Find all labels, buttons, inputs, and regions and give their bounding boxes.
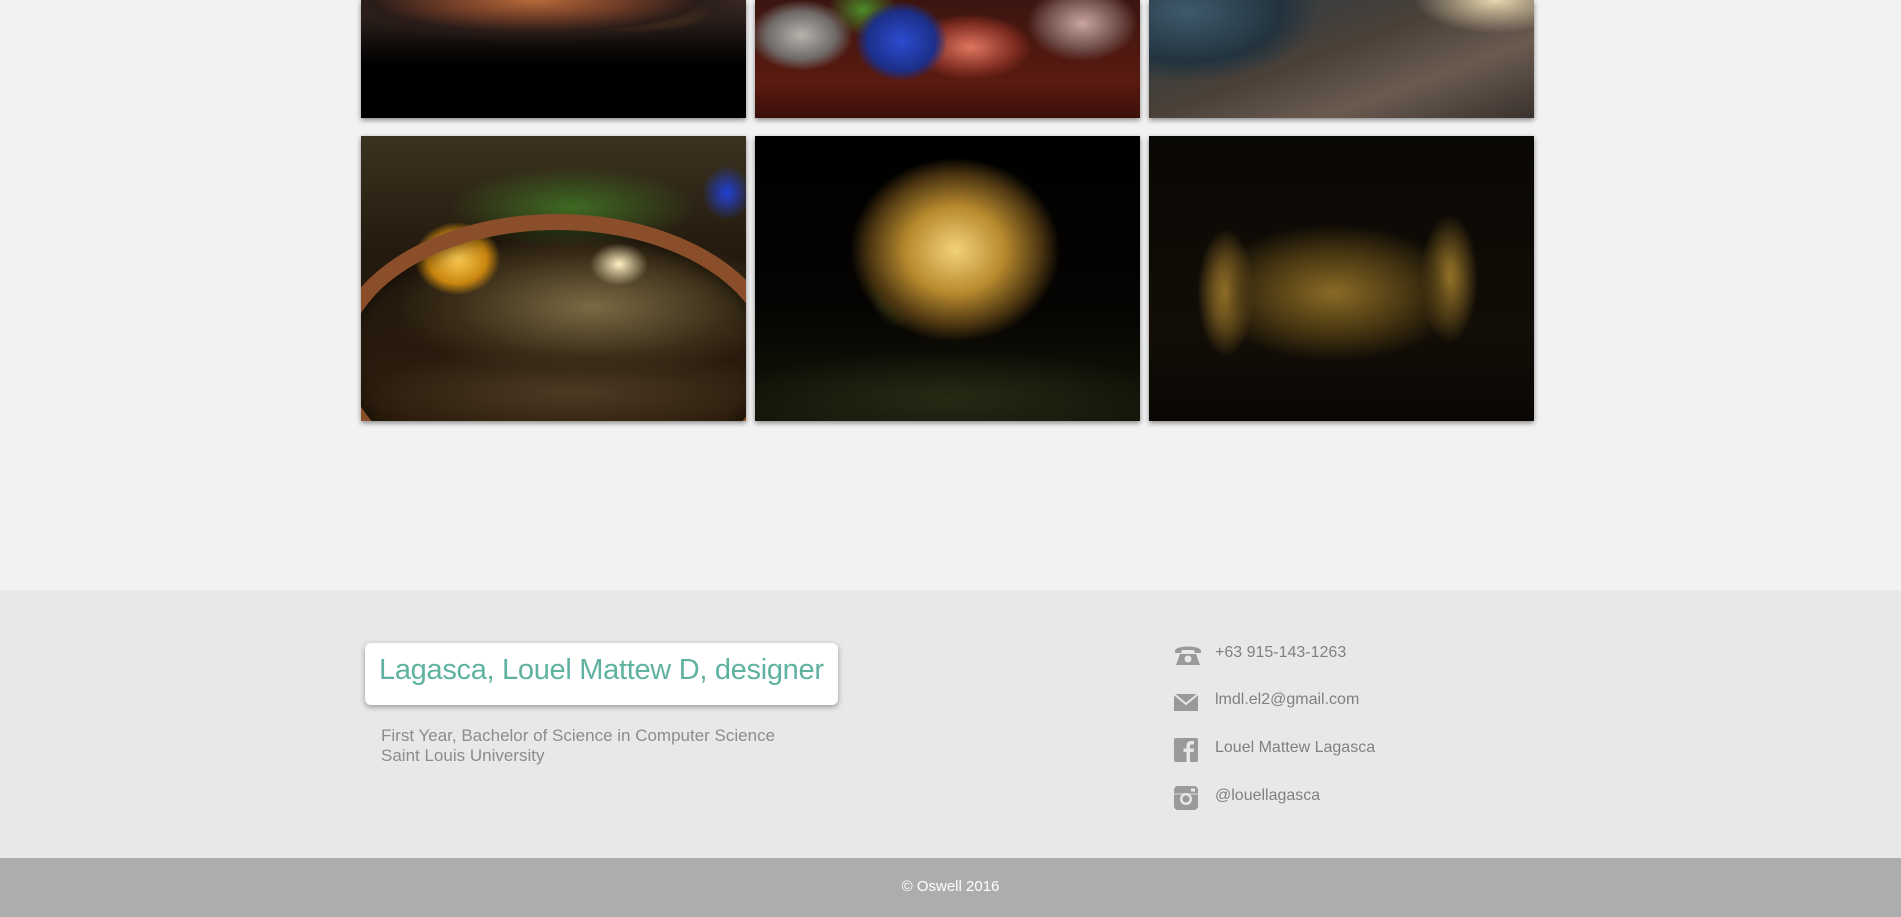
contact-instagram: @louellagasca	[1170, 783, 1510, 813]
contact-facebook: Louel Mattew Lagasca	[1170, 735, 1510, 765]
photo-painted-hand[interactable]	[361, 0, 746, 118]
facebook-icon	[1173, 737, 1199, 763]
instagram-handle[interactable]: @louellagasca	[1215, 787, 1320, 805]
name-card: Lagasca, Louel Mattew D, designer	[365, 643, 838, 705]
contact-phone: +63 915-143-1263	[1170, 640, 1510, 670]
contact-email: lmdl.el2@gmail.com	[1170, 687, 1510, 717]
bio: First Year, Bachelor of Science in Compu…	[381, 726, 775, 766]
designer-name-title: Lagasca, Louel Mattew D, designer	[379, 654, 824, 686]
instagram-icon	[1173, 785, 1199, 811]
copyright-bar: © Oswell 2016	[0, 858, 1901, 917]
photo-colorful-objects[interactable]	[755, 0, 1140, 118]
photo-lit-mansion[interactable]	[755, 136, 1140, 421]
photo-lit-trees[interactable]	[1149, 136, 1534, 421]
footer: Lagasca, Louel Mattew D, designer First …	[0, 590, 1901, 858]
page: Lagasca, Louel Mattew D, designer First …	[0, 0, 1901, 917]
photo-beach-reflection[interactable]	[1149, 0, 1534, 118]
photo-fountain-reflection[interactable]	[361, 136, 746, 421]
mail-icon	[1173, 689, 1199, 715]
bio-school: Saint Louis University	[381, 746, 545, 765]
phone-icon	[1173, 642, 1201, 668]
email-address[interactable]: lmdl.el2@gmail.com	[1215, 691, 1359, 709]
facebook-name[interactable]: Louel Mattew Lagasca	[1215, 739, 1375, 757]
bio-degree: First Year, Bachelor of Science in Compu…	[381, 726, 776, 745]
photo-gallery	[0, 0, 1901, 590]
copyright-text: © Oswell 2016	[901, 878, 1000, 895]
phone-number[interactable]: +63 915-143-1263	[1215, 644, 1346, 662]
